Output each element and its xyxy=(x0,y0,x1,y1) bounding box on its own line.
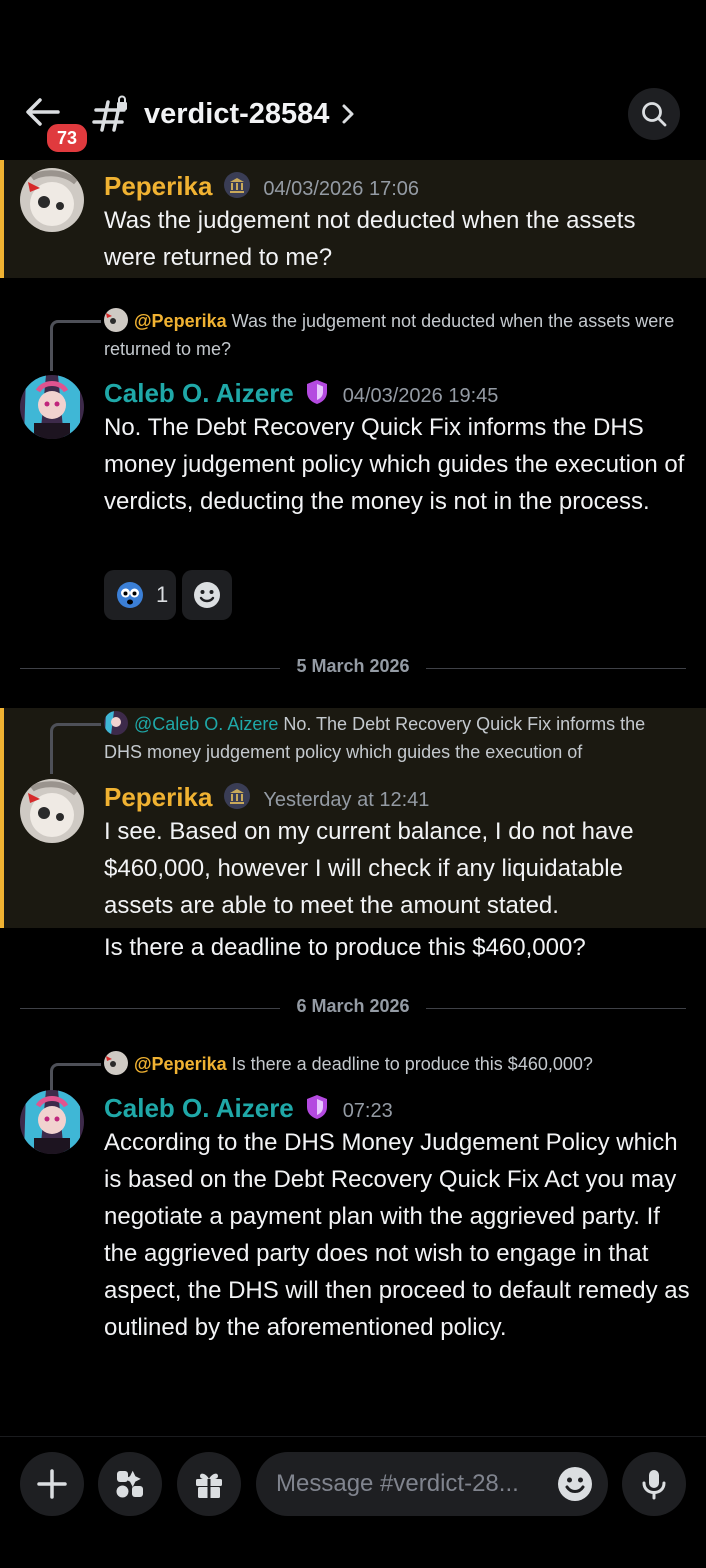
add-reaction-button[interactable] xyxy=(182,570,232,620)
search-icon xyxy=(642,102,667,127)
author-name[interactable]: Peperika xyxy=(104,782,212,812)
reply-spine xyxy=(50,723,101,774)
reply-mention: @Peperika xyxy=(134,311,227,331)
bank-badge-icon xyxy=(223,782,251,815)
date-divider: 6 March 2026 xyxy=(296,996,410,1016)
divider-line xyxy=(426,668,686,669)
reply-text: Is there a deadline to produce this $460… xyxy=(231,1054,593,1074)
avatar xyxy=(104,1051,128,1075)
message-header: Caleb O. Aizere 07:23 xyxy=(104,1092,393,1127)
reaction-count: 1 xyxy=(156,582,169,607)
avatar[interactable] xyxy=(20,168,84,232)
message-text: I see. Based on my current balance, I do… xyxy=(104,818,634,919)
shield-role-icon xyxy=(304,1093,330,1126)
reply-mention: @Peperika xyxy=(134,1054,227,1074)
anxious-face-emoji xyxy=(117,582,143,608)
apps-button[interactable] xyxy=(98,1452,162,1516)
message-placeholder: Message #verdict-28... xyxy=(276,1470,519,1497)
reply-mention: @Caleb O. Aizere xyxy=(134,714,279,734)
divider-line xyxy=(20,668,280,669)
hash-lock-icon xyxy=(92,94,132,134)
channel-title[interactable]: verdict-28584 xyxy=(144,96,329,132)
reply-spine xyxy=(50,320,101,371)
message-text: No. The Debt Recovery Quick Fix informs … xyxy=(104,414,685,515)
avatar xyxy=(104,308,128,332)
search-button[interactable] xyxy=(628,88,680,140)
timestamp: 04/03/2026 17:06 xyxy=(263,178,420,200)
author-name[interactable]: Caleb O. Aizere xyxy=(104,1093,294,1123)
unread-badge: 73 xyxy=(44,121,90,155)
avatar xyxy=(104,711,128,735)
author-name[interactable]: Caleb O. Aizere xyxy=(104,378,294,408)
composer-divider xyxy=(0,1436,706,1437)
message-header: Caleb O. Aizere 04/03/2026 19:45 xyxy=(104,377,498,412)
message-header: Peperika Yesterday at 12:41 xyxy=(104,781,429,816)
timestamp: 04/03/2026 19:45 xyxy=(342,385,499,407)
reaction-pill[interactable]: 1 xyxy=(104,570,176,620)
timestamp: Yesterday at 12:41 xyxy=(263,789,430,811)
divider-line xyxy=(426,1008,686,1009)
reply-preview[interactable]: @Peperika Was the judgement not deducted… xyxy=(104,307,684,363)
chevron-right-icon[interactable] xyxy=(338,98,358,130)
gift-icon xyxy=(196,1473,222,1498)
bank-badge-icon xyxy=(223,171,251,204)
message-text: Is there a deadline to produce this $460… xyxy=(104,934,586,961)
apps-icon xyxy=(116,1470,143,1498)
reply-preview[interactable]: @Caleb O. Aizere No. The Debt Recovery Q… xyxy=(104,710,684,766)
voice-button[interactable] xyxy=(622,1452,686,1516)
timestamp: 07:23 xyxy=(342,1100,393,1122)
emoji-icon xyxy=(194,582,220,608)
microphone-icon xyxy=(642,1470,666,1500)
author-name[interactable]: Peperika xyxy=(104,171,212,201)
avatar[interactable] xyxy=(20,1090,84,1154)
avatar[interactable] xyxy=(20,779,84,843)
emoji-icon xyxy=(558,1467,592,1501)
date-divider: 5 March 2026 xyxy=(296,656,410,676)
reply-preview[interactable]: @Peperika Is there a deadline to produce… xyxy=(104,1050,694,1078)
gift-button[interactable] xyxy=(177,1452,241,1516)
avatar[interactable] xyxy=(20,375,84,439)
add-attachment-button[interactable] xyxy=(20,1452,84,1516)
emoji-button[interactable] xyxy=(557,1466,593,1502)
divider-line xyxy=(20,1008,280,1009)
message-text: According to the DHS Money Judgement Pol… xyxy=(104,1129,690,1341)
shield-role-icon xyxy=(304,378,330,411)
message-text: Was the judgement not deducted when the … xyxy=(104,207,636,271)
plus-icon xyxy=(37,1469,67,1499)
message-header: Peperika 04/03/2026 17:06 xyxy=(104,170,419,205)
